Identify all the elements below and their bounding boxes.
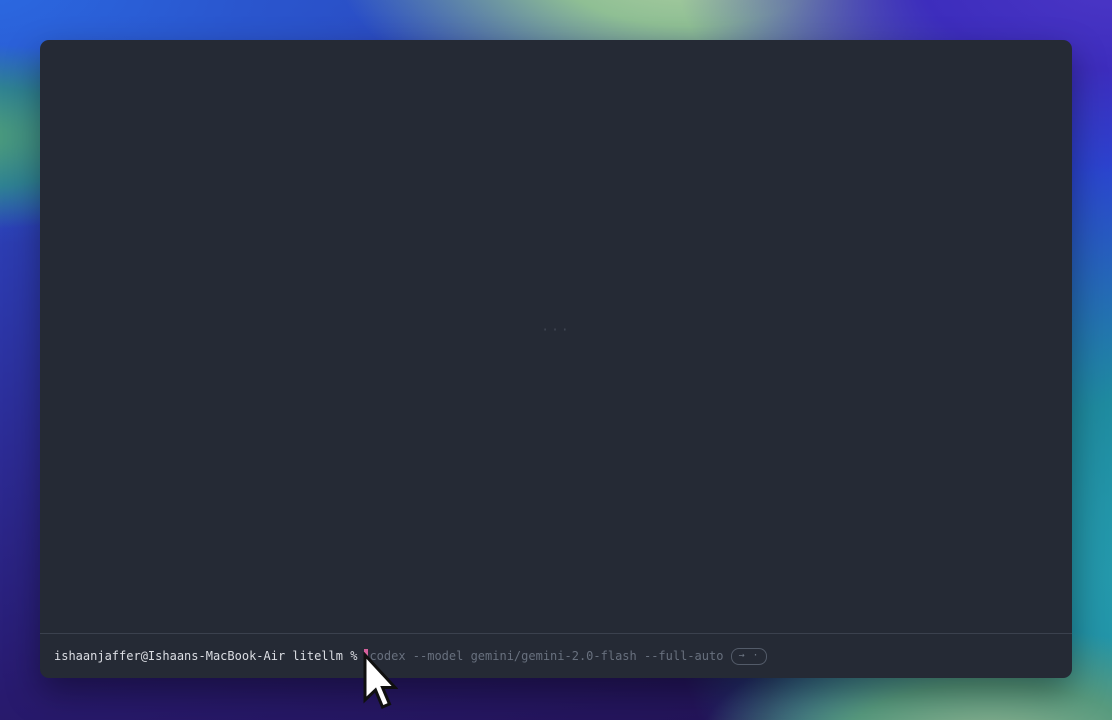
terminal-input-bar[interactable]: ishaanjaffer@Ishaans-MacBook-Air litellm… (40, 633, 1072, 678)
desktop-wallpaper: ··· ishaanjaffer@Ishaans-MacBook-Air lit… (0, 0, 1112, 720)
accept-suggestion-hint: → · (731, 648, 766, 665)
autosuggestion-text: codex --model gemini/gemini-2.0-flash --… (369, 649, 723, 663)
text-cursor (364, 649, 368, 663)
shell-prompt: ishaanjaffer@Ishaans-MacBook-Air litellm… (54, 649, 357, 663)
terminal-window[interactable]: ··· ishaanjaffer@Ishaans-MacBook-Air lit… (40, 40, 1072, 678)
terminal-scrollback: ··· (40, 40, 1072, 633)
loading-indicator: ··· (40, 323, 1072, 338)
